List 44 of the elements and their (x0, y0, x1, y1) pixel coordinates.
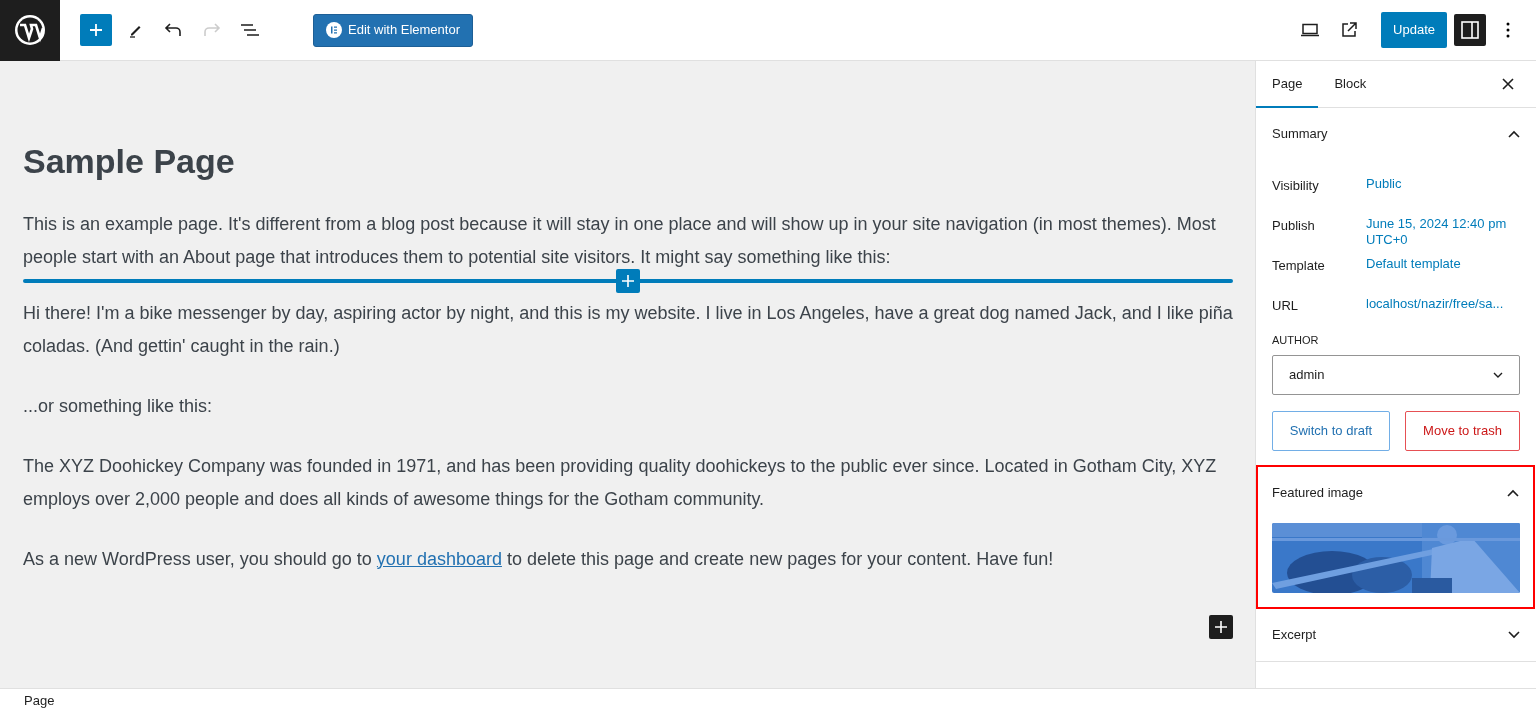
sidebar-tab[interactable]: Page (1256, 60, 1319, 108)
paragraph[interactable]: ...or something like this: (23, 389, 1233, 423)
external-link-icon (1339, 21, 1358, 39)
switch-to-draft-button[interactable]: Switch to draft (1272, 410, 1390, 451)
panel-title: Excerpt (1272, 625, 1317, 644)
panel-title: Summary (1272, 125, 1328, 144)
paragraph[interactable]: The XYZ Doohickey Company was founded in 1971, and has been providing quality doohickeys to the public ever since. Located in Gotham City, XYZ employs over 2,000 people and does all kinds of awesome things for the Gotham community. (23, 449, 1233, 516)
author-select[interactable]: admin (1272, 354, 1520, 395)
plus-icon (89, 23, 103, 37)
edit-with-elementor-button[interactable]: Edit with Elementor (312, 13, 473, 47)
field-label: URL (1272, 297, 1299, 315)
elementor-icon (325, 22, 342, 38)
insert-block-button[interactable] (616, 268, 640, 293)
page-title[interactable]: Sample Page (23, 141, 1233, 182)
plus-icon (1215, 621, 1227, 633)
panel-title: Featured image (1272, 483, 1364, 502)
panel-header[interactable]: Excerpt (1256, 608, 1536, 661)
settings-button[interactable] (1453, 14, 1486, 46)
plus-icon (622, 274, 634, 287)
panel-header[interactable]: Featured image (1258, 466, 1533, 519)
wordpress-logo-icon[interactable] (14, 14, 46, 46)
more-vertical-icon (1506, 22, 1510, 38)
add-block-button[interactable] (1209, 615, 1233, 639)
paragraph[interactable]: Hi there! I'm a bike messenger by day, aspiring actor by night, and this is my website. I live in Los Angeles, have a great dog named Jack, and I like piña coladas. (And gettin' caught in the rain.) (23, 296, 1233, 363)
dashboard-link[interactable]: your dashboard (376, 548, 502, 569)
field-value-link[interactable]: localhost/nazir/free/sa... (1366, 288, 1504, 312)
laptop-icon (1300, 23, 1321, 37)
field-value-link[interactable]: June 15, 2024 12:40 pm UTC+0 (1366, 208, 1516, 248)
field-value-link[interactable]: Public (1366, 168, 1402, 192)
paragraph[interactable]: As a new WordPress user, you should go to your dashboard to delete this page and create new pages for your content. Have fun! (23, 542, 1233, 576)
list-icon (240, 22, 260, 38)
paragraph[interactable]: This is an example page. It's different from a blog post because it will stay in one place and will show up in your site navigation (in most themes). Most people start with an About page that introduces them to potential site visitors. It might say something like this: (23, 207, 1233, 274)
author-label: AUTHOR (1271, 333, 1320, 348)
close-icon (1502, 78, 1514, 90)
chevron-down-icon (1493, 371, 1503, 378)
move-to-trash-button[interactable]: Move to trash (1405, 410, 1520, 451)
panel-header[interactable]: Summary (1256, 108, 1536, 160)
sidebar-panel-icon (1460, 21, 1479, 39)
field-label: Template (1272, 257, 1326, 275)
update-button[interactable]: Update (1381, 12, 1447, 48)
field-value-link[interactable]: Default template (1366, 248, 1461, 272)
sidebar-tab[interactable]: Block (1318, 60, 1383, 108)
field-label: Visibility (1272, 177, 1320, 195)
field-label: Publish (1272, 217, 1316, 235)
